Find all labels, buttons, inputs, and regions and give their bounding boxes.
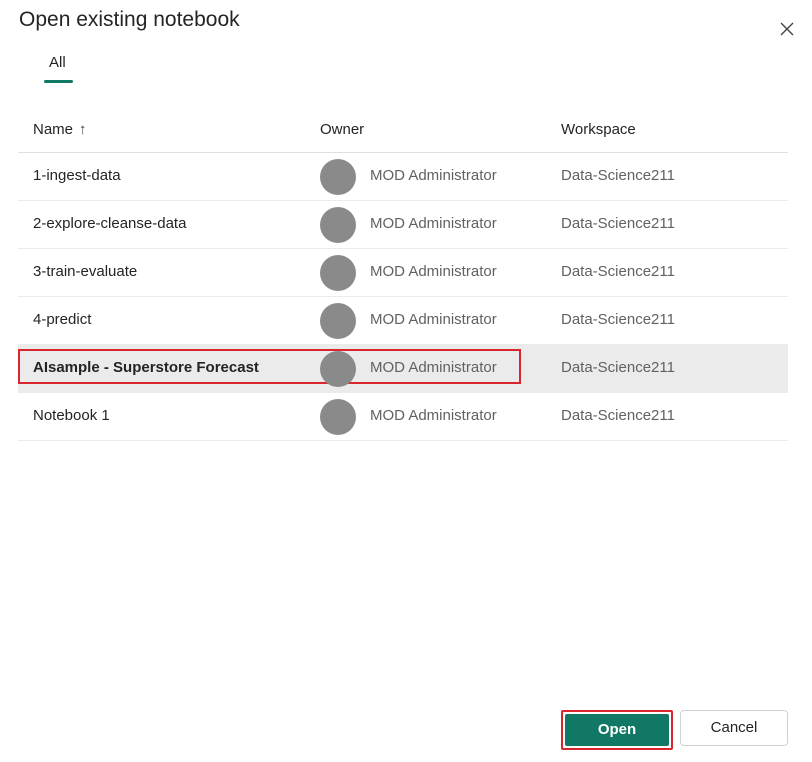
owner-name: MOD Administrator [370, 311, 497, 328]
owner-name: MOD Administrator [370, 215, 497, 232]
column-header-name-label: Name [33, 121, 74, 138]
workspace-name: Data-Science211 [561, 215, 675, 232]
notebook-name: 2-explore-cleanse-data [33, 215, 187, 232]
workspace-name: Data-Science211 [561, 407, 675, 424]
dialog-footer: Open Cancel [0, 706, 812, 752]
owner-name: MOD Administrator [370, 167, 497, 184]
open-button-label: Open [565, 714, 669, 746]
notebook-name: 1-ingest-data [33, 167, 121, 184]
person-avatar [320, 399, 356, 435]
table-row[interactable]: 4-predict MOD Administrator Data-Science… [18, 297, 788, 345]
dialog-title: Open existing notebook [19, 8, 240, 31]
table-header: Name ↑ Owner Workspace [18, 105, 788, 153]
tab-all[interactable]: All [44, 48, 74, 84]
column-header-name[interactable]: Name ↑ [33, 120, 87, 140]
arrow-up-icon: ↑ [79, 121, 87, 138]
person-avatar [320, 207, 356, 243]
cancel-button[interactable]: Cancel [680, 710, 788, 746]
tab-all-label: All [49, 54, 66, 71]
notebook-name: AIsample - Superstore Forecast [33, 359, 259, 376]
owner-name: MOD Administrator [370, 407, 497, 424]
table-row-selected[interactable]: AIsample - Superstore Forecast MOD Admin… [18, 345, 788, 393]
workspace-name: Data-Science211 [561, 263, 675, 280]
tab-selected-indicator [44, 80, 73, 83]
table-row[interactable]: Notebook 1 MOD Administrator Data-Scienc… [18, 393, 788, 441]
notebooks-table: Name ↑ Owner Workspace 1-ingest-data MOD … [18, 105, 788, 441]
workspace-name: Data-Science211 [561, 167, 675, 184]
workspace-name: Data-Science211 [561, 311, 675, 328]
notebook-name: 4-predict [33, 311, 92, 328]
owner-name: MOD Administrator [370, 263, 497, 280]
table-row[interactable]: 1-ingest-data MOD Administrator Data-Sci… [18, 153, 788, 201]
notebook-name: Notebook 1 [33, 407, 110, 424]
owner-name: MOD Administrator [370, 359, 497, 376]
person-avatar [320, 303, 356, 339]
workspace-name: Data-Science211 [561, 359, 675, 376]
column-header-workspace[interactable]: Workspace [561, 120, 636, 140]
table-row[interactable]: 2-explore-cleanse-data MOD Administrator… [18, 201, 788, 249]
column-header-owner[interactable]: Owner [320, 120, 364, 140]
close-icon [780, 22, 794, 36]
person-avatar [320, 159, 356, 195]
notebook-name: 3-train-evaluate [33, 263, 138, 280]
person-avatar [320, 255, 356, 291]
close-button[interactable] [776, 18, 798, 40]
person-avatar [320, 351, 356, 387]
table-row[interactable]: 3-train-evaluate MOD Administrator Data-… [18, 249, 788, 297]
open-notebook-dialog: Open existing notebook All Name ↑ Owner W… [0, 0, 812, 762]
open-button[interactable]: Open [561, 710, 673, 750]
